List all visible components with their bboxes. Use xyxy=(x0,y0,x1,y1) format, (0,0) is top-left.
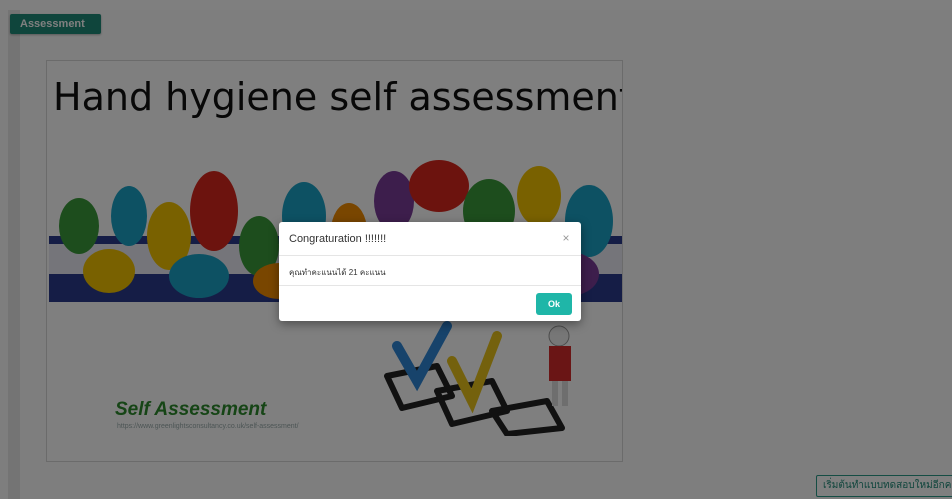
ok-button[interactable]: Ok xyxy=(536,293,572,315)
close-icon[interactable]: × xyxy=(559,231,573,245)
score-message: คุณทำคะแนนได้ 21 คะแนน xyxy=(289,268,386,277)
modal-body: คุณทำคะแนนได้ 21 คะแนน xyxy=(279,256,581,286)
result-modal: Congraturation !!!!!!! × คุณทำคะแนนได้ 2… xyxy=(279,222,581,321)
modal-title: Congraturation !!!!!!! xyxy=(289,233,387,245)
modal-header: Congraturation !!!!!!! × xyxy=(279,222,581,256)
